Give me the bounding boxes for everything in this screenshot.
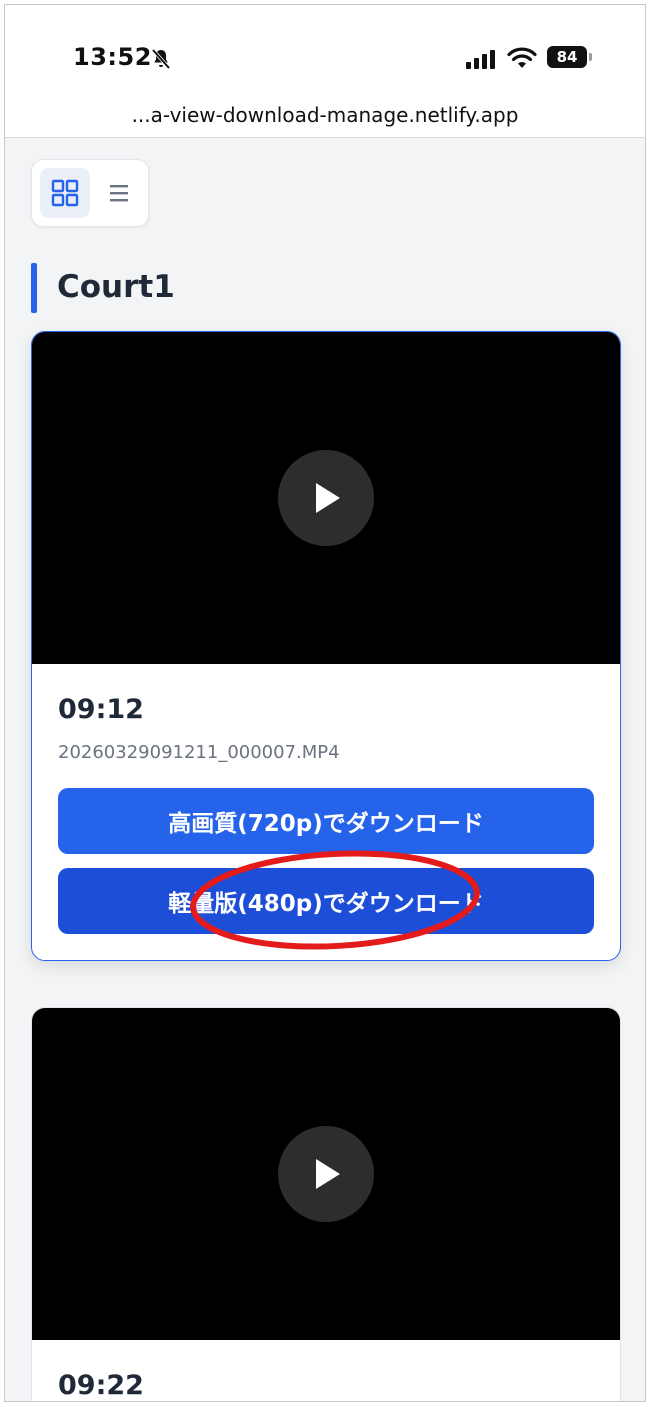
clip-filename: 20260329091211_000007.MP4	[58, 742, 340, 763]
video-player[interactable]	[32, 332, 620, 664]
grid-icon	[51, 179, 79, 207]
section-title: Court1	[57, 269, 175, 305]
wifi-icon	[507, 47, 537, 68]
battery-icon: 84	[547, 46, 587, 68]
video-player[interactable]	[32, 1008, 620, 1340]
signal-icon	[466, 50, 495, 69]
video-card: 09:22	[31, 1007, 621, 1401]
video-card: 09:12 20260329091211_000007.MP4 高画質(720p…	[31, 331, 621, 961]
address-bar-url[interactable]: ...a-view-download-manage.netlify.app	[5, 103, 645, 127]
play-icon	[316, 483, 340, 513]
clip-time: 09:12	[58, 694, 144, 725]
list-view-button[interactable]	[94, 168, 144, 218]
bell-slash-icon	[151, 48, 171, 70]
play-button[interactable]	[278, 450, 374, 546]
download-480p-button[interactable]: 軽量版(480p)でダウンロード	[58, 868, 594, 934]
status-time: 13:52	[73, 43, 152, 71]
clip-time: 09:22	[58, 1370, 144, 1401]
view-toggle	[31, 159, 149, 227]
section-accent-bar	[31, 263, 37, 313]
play-icon	[316, 1159, 340, 1189]
battery-nub	[589, 53, 592, 61]
play-button[interactable]	[278, 1126, 374, 1222]
list-icon	[110, 185, 128, 202]
phone-screen: 13:52 84 ...a-view-download-manage.netli…	[4, 4, 646, 1402]
grid-view-button[interactable]	[40, 168, 90, 218]
battery-level: 84	[556, 48, 578, 66]
download-720p-button[interactable]: 高画質(720p)でダウンロード	[58, 788, 594, 854]
status-and-url-bar: 13:52 84 ...a-view-download-manage.netli…	[5, 5, 645, 138]
